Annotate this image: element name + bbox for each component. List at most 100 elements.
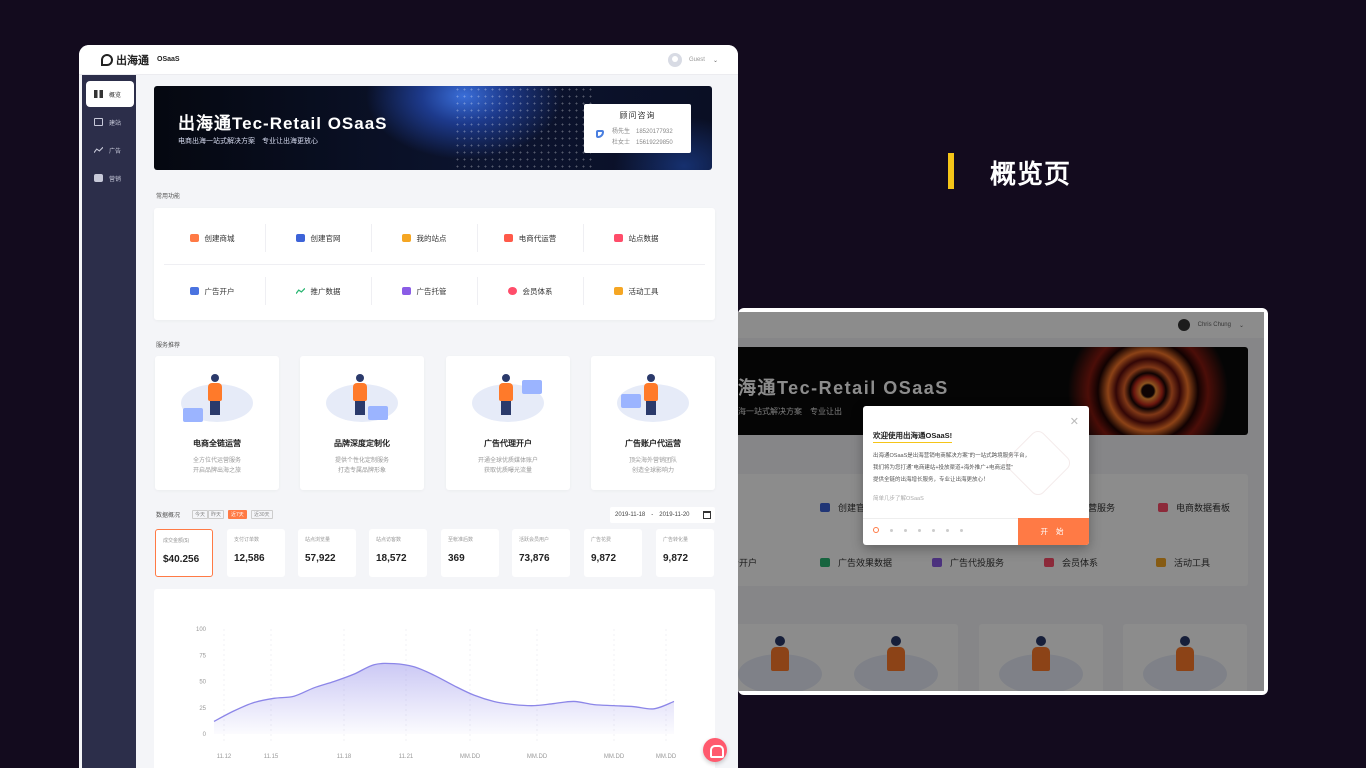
- contact-line: 杜女士 15619229850: [612, 140, 673, 146]
- range-tab[interactable]: 近30天: [251, 510, 273, 519]
- function-site-data[interactable]: 站点数据: [583, 212, 689, 264]
- range-tab[interactable]: 近7天: [228, 510, 247, 519]
- function-label: 会员体系: [522, 286, 553, 296]
- step-dot[interactable]: [960, 528, 963, 532]
- function-create-store[interactable]: 创建商城: [159, 212, 265, 264]
- data-point[interactable]: [293, 695, 295, 697]
- metric-card[interactable]: 至帐准后数 369: [441, 529, 499, 577]
- data-point[interactable]: [673, 700, 675, 702]
- function-label: 活动工具: [628, 286, 659, 296]
- start-button[interactable]: 开 始: [1018, 518, 1089, 545]
- sidebar-item-site[interactable]: 建站: [86, 109, 134, 135]
- phone-icon: [596, 130, 604, 138]
- metric-card[interactable]: 活跃会员用户 73,876: [512, 529, 570, 577]
- step-dot[interactable]: [932, 528, 935, 532]
- data-point[interactable]: [313, 687, 315, 689]
- store-icon: [189, 234, 199, 242]
- data-point[interactable]: [433, 674, 435, 676]
- service-name: 广告账户代运营: [625, 439, 681, 448]
- common-functions-card: 创建商城 创建官网 我的站点 电商代运营 站点数据 广告开户 推广数据 广告托管…: [154, 208, 715, 320]
- preview-window: Chris Chung ⌄ 海通Tec-Retail OSaaS 海一站式解决方…: [738, 308, 1268, 695]
- data-point[interactable]: [573, 700, 575, 702]
- trend-chart: 11.12 11.15 11.18 11.21 MM.DD MM.DD MM.DD MM.DD…: [196, 627, 677, 760]
- service-illustration: [466, 370, 550, 426]
- function-ecommerce-ops[interactable]: 电商代运营: [477, 212, 583, 264]
- data-point[interactable]: [333, 681, 335, 683]
- data-point[interactable]: [653, 708, 655, 710]
- metric-label: 活跃会员用户: [519, 537, 550, 543]
- function-create-website[interactable]: 创建官网: [265, 212, 371, 264]
- avatar: [667, 53, 682, 67]
- sidebar-item-marketing[interactable]: 营销: [86, 165, 134, 191]
- data-point[interactable]: [233, 710, 235, 712]
- modal-more-link[interactable]: 简单几步了解OSaaS: [873, 494, 924, 502]
- metric-card[interactable]: 支付订单数 12,586: [227, 529, 285, 577]
- function-row: 广告开户 推广数据 广告托管 会员体系 活动工具: [159, 265, 718, 317]
- service-name: 广告代理开户: [484, 439, 532, 448]
- welcome-modal: ✕ 欢迎使用出海通OSaaS! 出海通OSaaS是出海营销电商解决方案“的一站式…: [863, 406, 1089, 545]
- close-icon[interactable]: ✕: [1070, 415, 1079, 428]
- step-dot[interactable]: [946, 528, 949, 532]
- data-point[interactable]: [533, 705, 535, 707]
- data-point[interactable]: [213, 720, 215, 722]
- y-tick-label: 0: [203, 732, 207, 738]
- data-point[interactable]: [413, 666, 415, 668]
- range-tab[interactable]: 今天: [192, 510, 209, 519]
- service-desc-line: 打造专属品牌形象: [337, 468, 386, 474]
- data-point[interactable]: [393, 663, 395, 665]
- metric-card[interactable]: 广告转化量 9,872: [656, 529, 714, 577]
- data-point[interactable]: [453, 685, 455, 687]
- service-name: 电商全链运营: [193, 439, 241, 448]
- metric-label: 支付订单数: [234, 537, 260, 543]
- logo-icon: [101, 53, 113, 66]
- step-dot[interactable]: [904, 528, 907, 532]
- section-title-common: 常用功能: [156, 194, 181, 200]
- date-range-picker[interactable]: 2019-11-18 - 2019-11-20: [610, 507, 715, 523]
- data-point[interactable]: [613, 705, 615, 707]
- metric-label: 至帐准后数: [448, 537, 474, 543]
- range-tab[interactable]: 昨天: [208, 510, 225, 519]
- banner-title: 出海通Tec-Retail OSaaS: [178, 114, 388, 133]
- step-dot[interactable]: [890, 528, 893, 532]
- data-point[interactable]: [493, 700, 495, 702]
- heading-accent: [948, 153, 954, 189]
- function-ad-account[interactable]: 广告开户: [159, 265, 265, 317]
- data-point[interactable]: [513, 704, 515, 706]
- metric-value: 18,572: [376, 553, 407, 564]
- app-logo[interactable]: 出海通 OSaaS: [101, 52, 180, 68]
- function-my-sites[interactable]: 我的站点: [371, 212, 477, 264]
- modal-title: 欢迎使用出海通OSaaS!: [873, 430, 953, 443]
- metric-label: 成交金额($): [163, 538, 190, 544]
- data-point[interactable]: [553, 703, 555, 705]
- metric-card[interactable]: 站点访客数 18,572: [369, 529, 427, 577]
- consultant-card[interactable]: 顾问咨询 杨先生 18520177932 杜女士 15619229850: [584, 104, 691, 153]
- service-card[interactable]: 广告代理开户 开通全球优质媒体账户 获取优质曝光流量: [446, 356, 570, 490]
- data-point[interactable]: [373, 664, 375, 666]
- step-dot[interactable]: [873, 527, 879, 533]
- sidebar-item-ads[interactable]: 广告: [86, 137, 134, 163]
- data-point[interactable]: [273, 697, 275, 699]
- data-point[interactable]: [353, 673, 355, 675]
- metric-card[interactable]: 站点浏览量 57,922: [298, 529, 356, 577]
- section-title-stats: 数据概况: [156, 513, 181, 519]
- function-membership[interactable]: 会员体系: [477, 265, 583, 317]
- function-activity-tools[interactable]: 活动工具: [583, 265, 689, 317]
- help-fab-button[interactable]: [703, 738, 727, 762]
- function-promo-data[interactable]: 推广数据: [265, 265, 371, 317]
- data-point[interactable]: [253, 702, 255, 704]
- service-card[interactable]: 广告账户代运营 顶尖海外营销团队 创造全球影响力: [591, 356, 715, 490]
- service-card[interactable]: 电商全链运营 全方位代运营服务 开启品牌出海之旅: [155, 356, 279, 490]
- dashboard-icon: [94, 90, 103, 98]
- data-point[interactable]: [473, 694, 475, 696]
- data-point[interactable]: [633, 706, 635, 708]
- sidebar-item-overview[interactable]: 概览: [86, 81, 134, 107]
- data-point[interactable]: [593, 704, 595, 706]
- metric-card[interactable]: 成交金额($) $40.256: [155, 529, 213, 577]
- chevron-down-icon: ⌄: [712, 57, 718, 64]
- function-ad-hosting[interactable]: 广告托管: [371, 265, 477, 317]
- metric-card[interactable]: 广告花费 9,872: [584, 529, 642, 577]
- user-menu[interactable]: Guest ⌄: [667, 53, 718, 67]
- step-dot[interactable]: [918, 528, 921, 532]
- service-desc-line: 提供个性化定制服务: [334, 458, 389, 464]
- service-card[interactable]: 品牌深度定制化 提供个性化定制服务 打造专属品牌形象: [300, 356, 424, 490]
